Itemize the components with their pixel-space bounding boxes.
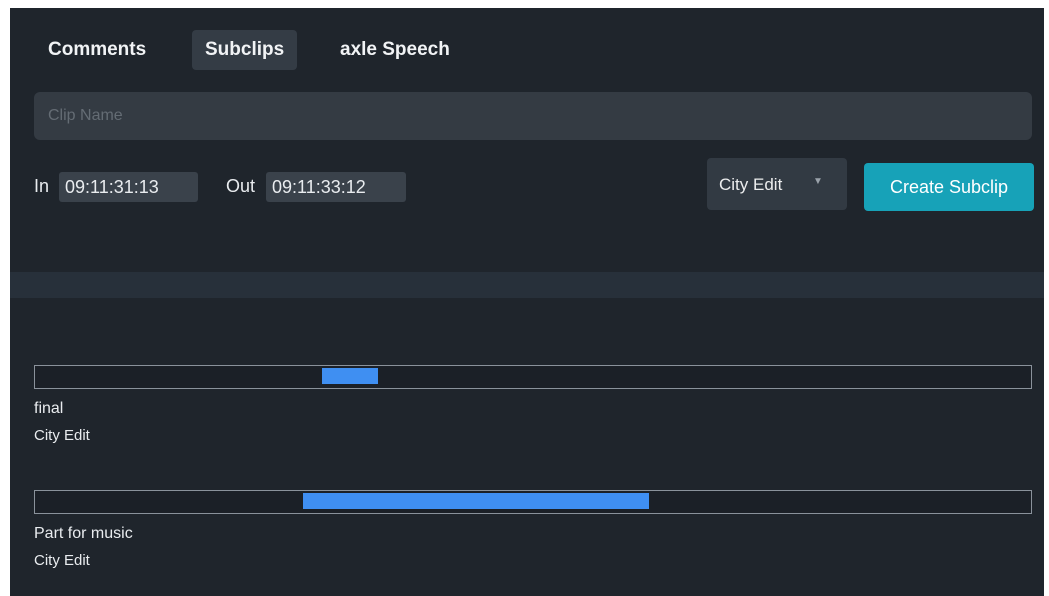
subclip-edit-name: City Edit bbox=[34, 552, 90, 569]
out-timecode-input[interactable] bbox=[266, 172, 406, 202]
tab-axle-speech[interactable]: axle Speech bbox=[327, 30, 463, 70]
in-timecode-input[interactable] bbox=[59, 172, 198, 202]
subclip-range-fill bbox=[303, 493, 649, 509]
subclip-range-fill bbox=[322, 368, 378, 384]
edit-select-value: City Edit bbox=[719, 175, 783, 194]
edit-select-dropdown[interactable]: City Edit ▼ bbox=[707, 158, 847, 210]
in-label: In bbox=[34, 176, 50, 196]
tab-bar: Comments Subclips axle Speech bbox=[10, 30, 1044, 70]
subclip-range-track bbox=[34, 365, 1032, 389]
section-divider bbox=[10, 272, 1044, 298]
tab-subclips[interactable]: Subclips bbox=[192, 30, 298, 70]
subclip-name: Part for music bbox=[34, 525, 133, 542]
subclip-range-track bbox=[34, 490, 1032, 514]
create-subclip-button[interactable]: Create Subclip bbox=[864, 163, 1034, 211]
clip-name-input[interactable] bbox=[34, 92, 1032, 140]
subclip-name: final bbox=[34, 400, 64, 417]
subclip-edit-name: City Edit bbox=[34, 427, 90, 444]
subclips-panel: Comments Subclips axle Speech In Out Cit… bbox=[10, 8, 1044, 596]
out-label: Out bbox=[226, 176, 256, 196]
tab-comments[interactable]: Comments bbox=[35, 30, 159, 70]
caret-down-icon: ▼ bbox=[813, 176, 823, 187]
